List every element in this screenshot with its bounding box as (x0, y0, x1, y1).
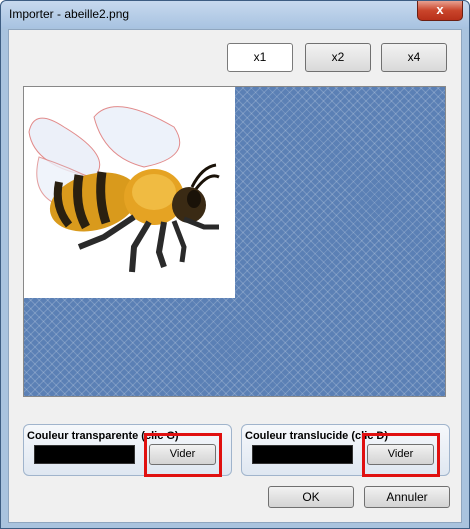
cancel-button[interactable]: Annuler (364, 486, 450, 508)
close-button[interactable]: x (417, 1, 463, 21)
bee-illustration-icon (28, 106, 220, 273)
zoom-x4-button[interactable]: x4 (381, 43, 447, 72)
transparent-color-label: Couleur transparente (clic G) (27, 430, 179, 442)
zoom-x2-button[interactable]: x2 (305, 43, 371, 72)
transparent-color-group: Couleur transparente (clic G) Vider (23, 424, 232, 476)
window-title: Importer - abeille2.png (9, 7, 130, 21)
ok-button[interactable]: OK (268, 486, 354, 508)
clear-translucent-button[interactable]: Vider (367, 444, 434, 465)
translucent-color-group: Couleur translucide (clic D) Vider (241, 424, 450, 476)
transparent-color-swatch[interactable] (34, 445, 135, 464)
clear-transparent-button[interactable]: Vider (149, 444, 216, 465)
image-preview[interactable] (23, 86, 446, 397)
translucent-color-swatch[interactable] (252, 445, 353, 464)
imported-image[interactable] (24, 87, 235, 298)
translucent-color-label: Couleur translucide (clic D) (245, 430, 389, 442)
title-bar[interactable]: Importer - abeille2.png x (1, 1, 469, 28)
importer-dialog: Importer - abeille2.png x x1 x2 x4 Coule… (0, 0, 470, 529)
close-icon: x (436, 2, 444, 17)
zoom-x1-button[interactable]: x1 (227, 43, 293, 72)
dialog-body: x1 x2 x4 Couleur transparente (clic G) V… (8, 29, 462, 523)
